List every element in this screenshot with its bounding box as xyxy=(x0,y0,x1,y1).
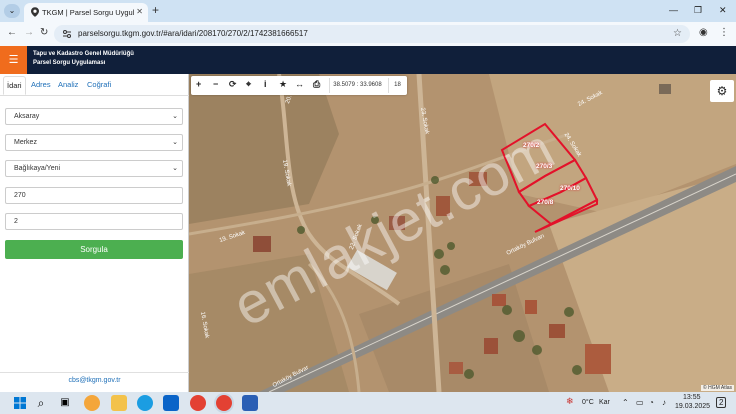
forward-icon[interactable]: → xyxy=(24,27,34,38)
favorite-star-icon[interactable]: ★ xyxy=(279,79,287,90)
coordinate-readout: 38.5079 : 33.9608 xyxy=(329,78,385,93)
chrome-active-icon[interactable] xyxy=(216,395,232,411)
profile-icon[interactable]: ◉ xyxy=(699,27,708,38)
outlook-icon[interactable] xyxy=(163,395,179,411)
more-menu-icon[interactable]: ⋮ xyxy=(719,27,729,38)
query-tabs: İdari Adres Analiz Coğrafi xyxy=(0,74,189,96)
chevron-down-icon: ⌄ xyxy=(172,165,178,172)
address-bar[interactable]: parselsorgu.tkgm.gov.tr/#ara/idari/20817… xyxy=(54,25,690,43)
edge-icon[interactable] xyxy=(137,395,153,411)
contact-email-link[interactable]: cbs@tkgm.gov.tr xyxy=(0,377,189,384)
app-name: Parsel Sorgu Uygulaması xyxy=(33,60,106,66)
tab-title: TKGM | Parsel Sorgu Uygulaması xyxy=(42,8,134,17)
file-explorer-icon[interactable] xyxy=(111,395,127,411)
hamburger-menu-icon[interactable]: ☰ xyxy=(0,46,27,74)
browser-tab[interactable]: TKGM | Parsel Sorgu Uygulaması ✕ xyxy=(24,3,148,22)
back-icon[interactable]: ← xyxy=(7,27,17,38)
window-close-icon[interactable]: ✕ xyxy=(719,5,727,16)
mahalle-select[interactable]: Bağlıkaya/Yeni ⌄ xyxy=(5,160,183,177)
measure-icon[interactable]: ↔ xyxy=(295,79,304,89)
task-view-icon[interactable]: ▣ xyxy=(57,395,73,411)
windows-taskbar: ⌕ ▣ ❄ 0°C Kar ⌃ ▭ ◔ ♪ 13:55 19.03.2025 2 xyxy=(0,392,736,414)
map-attribution: © HGM Atlas xyxy=(701,385,734,391)
il-select[interactable]: Aksaray ⌄ xyxy=(5,108,183,125)
print-icon[interactable]: ⎙ xyxy=(313,79,320,90)
sorgula-button[interactable]: Sorgula xyxy=(5,240,183,259)
tab-adres[interactable]: Adres xyxy=(31,80,51,89)
refresh-icon[interactable]: ⟳ xyxy=(229,79,237,90)
chrome-icon[interactable] xyxy=(190,395,206,411)
org-name: Tapu ve Kadastro Genel Müdürlüğü xyxy=(33,51,134,57)
tab-analiz[interactable]: Analiz xyxy=(58,80,78,89)
weather-icon[interactable]: ❄ xyxy=(566,396,574,407)
footer-divider xyxy=(0,372,189,373)
app-header: ☰ Tapu ve Kadastro Genel Müdürlüğü Parse… xyxy=(0,46,736,74)
chevron-down-icon: ⌄ xyxy=(172,139,178,146)
url-text[interactable]: parselsorgu.tkgm.gov.tr/#ara/idari/20817… xyxy=(78,29,308,38)
query-panel: İdari Adres Analiz Coğrafi Aksaray ⌄ Mer… xyxy=(0,74,189,392)
minimize-icon[interactable]: — xyxy=(669,5,678,15)
chevron-down-icon: ⌄ xyxy=(172,113,178,120)
widgets-icon[interactable] xyxy=(84,395,100,411)
parsel-input[interactable]: 2 xyxy=(5,213,183,230)
map-toolbar: + − ⟳ ⌖ i ★ ↔ ⎙ 38.5079 : 33.9608 18 xyxy=(191,76,407,95)
show-hidden-icons-icon[interactable]: ⌃ xyxy=(622,398,629,407)
tab-idari[interactable]: İdari xyxy=(3,76,26,95)
new-tab-icon[interactable]: + xyxy=(152,4,159,16)
locate-icon[interactable]: ⌖ xyxy=(246,79,251,90)
parcel-label[interactable]: 270/3 xyxy=(536,163,552,170)
tab-search-chevron-icon[interactable]: ⌄ xyxy=(4,4,20,18)
reload-icon[interactable]: ↻ xyxy=(40,27,48,38)
bookmark-star-icon[interactable]: ☆ xyxy=(673,28,682,39)
search-icon[interactable]: ⌕ xyxy=(33,395,49,411)
notification-badge[interactable]: 2 xyxy=(716,397,727,408)
zoom-in-icon[interactable]: + xyxy=(196,79,201,89)
info-icon[interactable]: i xyxy=(264,79,267,89)
browser-tab-bar: ⌄ TKGM | Parsel Sorgu Uygulaması ✕ + — ❐… xyxy=(0,0,736,22)
location-pin-icon xyxy=(31,7,39,17)
gear-icon[interactable]: ⚙ xyxy=(710,80,734,102)
clock-time[interactable]: 13:55 xyxy=(683,394,701,401)
tab-cografi[interactable]: Coğrafi xyxy=(87,80,111,89)
parcel-label[interactable]: 270/8 xyxy=(537,199,553,206)
parcel-label[interactable]: 270/10 xyxy=(560,185,580,192)
parcel-label[interactable]: 270/2 xyxy=(523,142,539,149)
weather-desc[interactable]: Kar xyxy=(599,399,610,406)
map-imagery xyxy=(189,74,736,392)
weather-temp[interactable]: 0°C xyxy=(582,399,594,406)
browser-toolbar: ← → ↻ parselsorgu.tkgm.gov.tr/#ara/idari… xyxy=(0,22,736,46)
word-icon[interactable] xyxy=(242,395,258,411)
ilce-select[interactable]: Merkez ⌄ xyxy=(5,134,183,151)
volume-icon[interactable]: ♪ xyxy=(662,398,666,407)
maximize-icon[interactable]: ❐ xyxy=(694,5,702,16)
windows-start-icon[interactable] xyxy=(12,395,28,411)
battery-icon[interactable]: ▭ xyxy=(636,398,644,407)
tab-close-icon[interactable]: ✕ xyxy=(136,7,143,16)
site-info-icon[interactable] xyxy=(62,29,72,39)
zoom-out-icon[interactable]: − xyxy=(213,79,218,89)
ada-input[interactable]: 270 xyxy=(5,187,183,204)
clock-date[interactable]: 19.03.2025 xyxy=(675,403,710,410)
wifi-icon[interactable]: ◔ xyxy=(649,398,654,407)
zoom-level: 18 xyxy=(388,78,406,93)
satellite-map[interactable]: emlakjet.com 20. Sokak 23. Sokak 24. Sok… xyxy=(189,74,736,392)
